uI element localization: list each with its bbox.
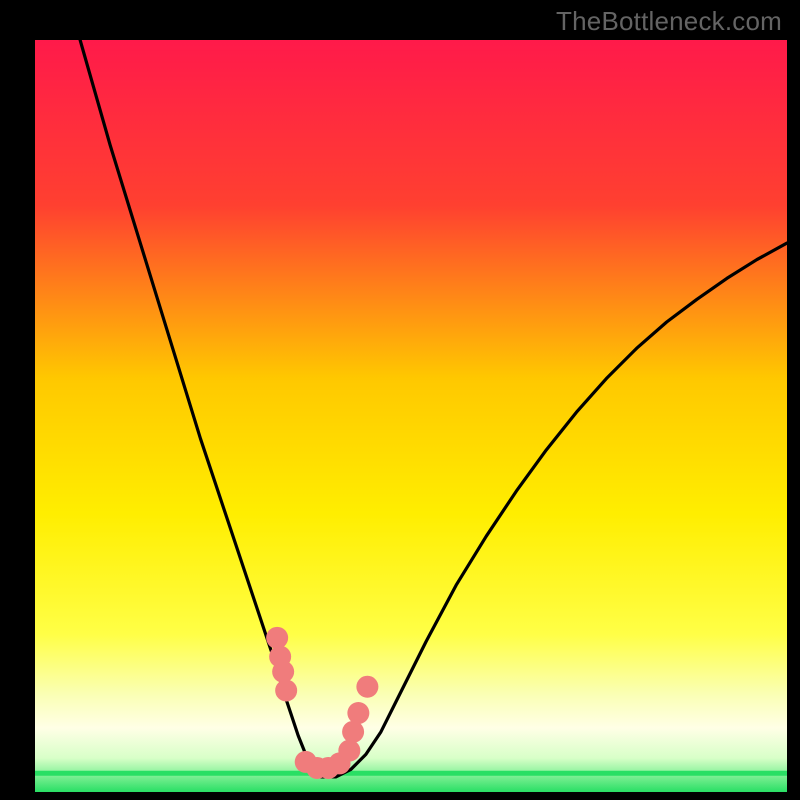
gradient-background [35,40,787,792]
data-marker [338,740,360,762]
data-marker [266,627,288,649]
data-marker [342,721,364,743]
data-marker [356,676,378,698]
chart-svg [35,40,787,792]
data-marker [347,702,369,724]
plot-area [35,40,787,792]
chart-frame: TheBottleneck.com [0,0,800,800]
data-marker [272,661,294,683]
attribution-text: TheBottleneck.com [556,6,782,37]
data-marker [275,679,297,701]
